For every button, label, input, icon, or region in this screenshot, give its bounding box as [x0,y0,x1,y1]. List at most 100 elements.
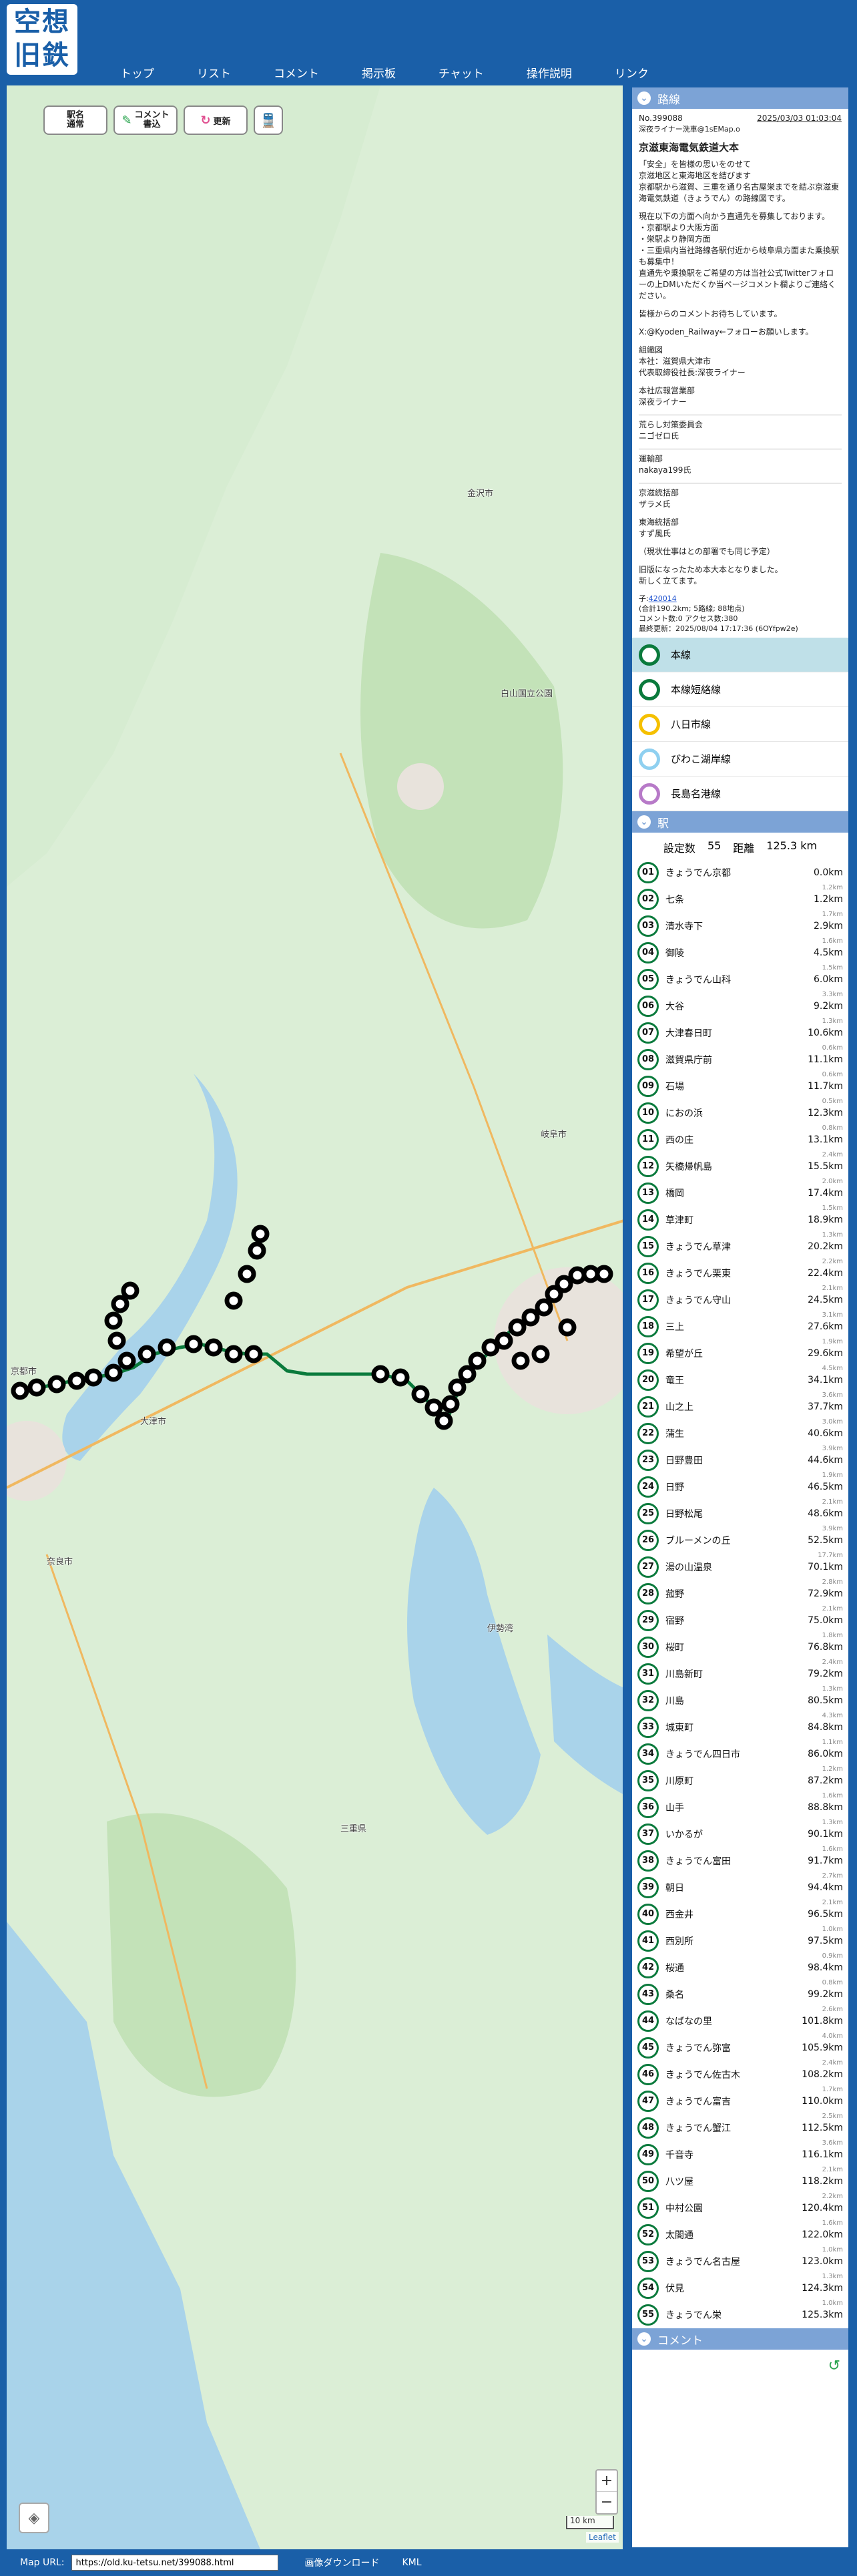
station-marker[interactable] [84,1368,103,1387]
station-row[interactable]: 47 きょうでん富吉 110.0km 2.5km [632,2088,848,2120]
station-row[interactable]: 21 山之上 37.7km 3.0km [632,1393,848,1426]
line-item[interactable]: びわこ湖岸線 [632,742,848,777]
station-row[interactable]: 22 蒲生 40.6km 3.9km [632,1420,848,1452]
comment-section-header[interactable]: ⌄ コメント [632,2328,848,2350]
station-row[interactable]: 49 千音寺 116.1km 2.1km [632,2141,848,2173]
station-row[interactable]: 41 西別所 97.5km 0.9km [632,1928,848,1960]
map-attribution[interactable]: Leaflet [586,2532,619,2543]
route-date[interactable]: 2025/03/03 01:03:04 [757,113,842,124]
station-row[interactable]: 54 伏見 124.3km 1.0km [632,2275,848,2307]
station-marker[interactable] [441,1395,460,1414]
station-row[interactable]: 34 きょうでん四日市 86.0km 1.2km [632,1741,848,1773]
station-marker[interactable] [558,1318,577,1337]
map-view[interactable]: 駅名 通常 ✎ コメント 書込 ↻ 更新 🚆 金沢市 白山国立公園 岐阜市 京都… [7,85,624,2549]
station-row[interactable]: 31 川島新町 79.2km 1.3km [632,1661,848,1693]
station-row[interactable]: 44 なばなの里 101.8km 4.0km [632,2008,848,2040]
station-marker[interactable] [238,1265,256,1283]
station-row[interactable]: 15 きょうでん草津 20.2km 2.2km [632,1233,848,1265]
station-row[interactable]: 12 矢橋帰帆島 15.5km 2.0km [632,1153,848,1185]
station-marker[interactable] [158,1338,176,1357]
refresh-button[interactable]: ↻ 更新 [184,105,248,135]
station-row[interactable]: 26 ブルーメンの丘 52.5km 17.7km [632,1527,848,1559]
station-section-header[interactable]: ⌄ 駅 [632,811,848,833]
nav-help[interactable]: 操作説明 [527,64,572,83]
nav-chat[interactable]: チャット [439,64,484,83]
nav-top[interactable]: トップ [120,64,154,83]
station-row[interactable]: 38 きょうでん富田 91.7km 2.7km [632,1848,848,1880]
station-row[interactable]: 53 きょうでん名古屋 123.0km 1.3km [632,2248,848,2280]
comment-write-button[interactable]: ✎ コメント 書込 [113,105,178,135]
station-row[interactable]: 51 中村公園 120.4km 1.6km [632,2195,848,2227]
kml-link[interactable]: KML [402,2557,422,2568]
station-row[interactable]: 09 石場 11.7km 0.5km [632,1073,848,1105]
station-row[interactable]: 13 橋岡 17.4km 1.5km [632,1180,848,1212]
station-marker[interactable] [468,1351,487,1370]
station-marker[interactable] [104,1363,123,1382]
station-marker[interactable] [121,1281,139,1300]
station-marker[interactable] [458,1365,477,1383]
station-row[interactable]: 46 きょうでん佐古木 108.2km 1.7km [632,2061,848,2093]
station-marker[interactable] [595,1265,613,1283]
zoom-in-button[interactable]: + [597,2471,617,2492]
station-row[interactable]: 25 日野松尾 48.6km 3.9km [632,1500,848,1532]
station-row[interactable]: 37 いかるが 90.1km 1.6km [632,1821,848,1853]
station-row[interactable]: 03 清水寺下 2.9km 1.6km [632,913,848,945]
line-item[interactable]: 本線短絡線 [632,672,848,707]
layers-icon[interactable]: ◈ [19,2503,49,2533]
station-mode-button[interactable]: 駅名 通常 [43,105,107,135]
station-row[interactable]: 24 日野 46.5km 2.1km [632,1474,848,1506]
nav-board[interactable]: 掲示板 [362,64,396,83]
refresh-comments-icon[interactable]: ↺ [828,2358,840,2374]
station-marker[interactable] [184,1335,203,1353]
zoom-out-button[interactable]: − [597,2492,617,2513]
station-row[interactable]: 01 きょうでん京都 0.0km 1.2km [632,859,848,891]
map-url-field[interactable] [71,2555,278,2571]
station-row[interactable]: 40 西金井 96.5km 1.0km [632,1901,848,1933]
station-row[interactable]: 29 宿野 75.0km 1.8km [632,1607,848,1639]
station-row[interactable]: 19 希望が丘 29.6km 4.5km [632,1340,848,1372]
station-marker[interactable] [244,1345,263,1363]
station-marker[interactable] [511,1351,530,1370]
station-row[interactable]: 16 きょうでん栗東 22.4km 2.1km [632,1260,848,1292]
station-row[interactable]: 50 八ツ屋 118.2km 2.2km [632,2168,848,2200]
station-marker[interactable] [521,1308,540,1327]
station-row[interactable]: 18 三上 27.6km 1.9km [632,1313,848,1345]
station-marker[interactable] [67,1371,86,1390]
station-row[interactable]: 27 湯の山温泉 70.1km 2.8km [632,1554,848,1586]
station-marker[interactable] [204,1338,223,1357]
station-marker[interactable] [531,1345,550,1363]
site-logo[interactable]: 空想 旧鉄 [7,4,77,75]
nav-list[interactable]: リスト [197,64,231,83]
station-row[interactable]: 55 きょうでん栄 125.3km [632,2302,848,2328]
station-marker[interactable] [448,1378,467,1397]
train-view-button[interactable]: 🚆 [254,105,283,135]
route-section-header[interactable]: ⌄ 路線 [632,87,848,109]
station-marker[interactable] [495,1331,513,1350]
station-marker[interactable] [251,1225,270,1243]
station-row[interactable]: 28 菰野 72.9km 2.1km [632,1580,848,1613]
station-marker[interactable] [248,1241,266,1260]
station-marker[interactable] [411,1385,430,1404]
station-marker[interactable] [371,1365,390,1383]
nav-links[interactable]: リンク [615,64,649,83]
station-row[interactable]: 45 きょうでん弥富 105.9km 2.4km [632,2034,848,2067]
station-marker[interactable] [111,1295,129,1313]
station-row[interactable]: 35 川原町 87.2km 1.6km [632,1767,848,1799]
station-marker[interactable] [508,1318,527,1337]
station-row[interactable]: 02 七条 1.2km 1.7km [632,886,848,918]
line-item[interactable]: 八日市線 [632,707,848,742]
station-row[interactable]: 33 城東町 84.8km 1.1km [632,1714,848,1746]
station-marker[interactable] [224,1345,243,1363]
station-marker[interactable] [107,1331,126,1350]
line-item[interactable]: 本線 [632,638,848,672]
station-row[interactable]: 32 川島 80.5km 4.3km [632,1687,848,1719]
station-marker[interactable] [11,1381,29,1400]
image-download-link[interactable]: 画像ダウンロード [305,2556,380,2569]
station-row[interactable]: 39 朝日 94.4km 2.1km [632,1874,848,1906]
station-row[interactable]: 30 桜町 76.8km 2.4km [632,1634,848,1666]
station-marker[interactable] [535,1298,553,1317]
station-row[interactable]: 52 太閤通 122.0km 1.0km [632,2221,848,2253]
station-row[interactable]: 36 山手 88.8km 1.3km [632,1794,848,1826]
station-row[interactable]: 08 滋賀県庁前 11.1km 0.6km [632,1046,848,1078]
station-marker[interactable] [435,1412,453,1430]
